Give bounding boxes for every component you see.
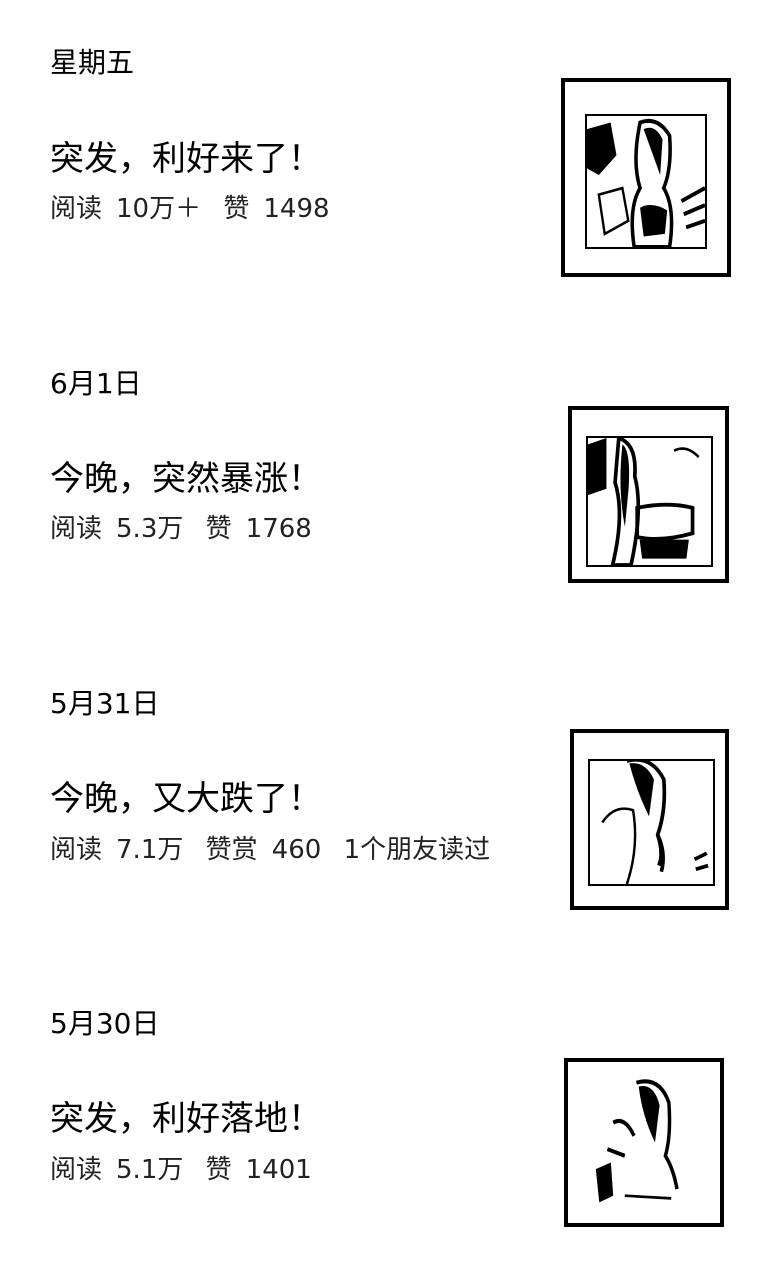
article-title[interactable]: 突发，利好落地！ bbox=[50, 1098, 322, 1140]
article-stats: 阅读 7.1万 赞赏 460 1个朋友读过 bbox=[50, 834, 504, 866]
article-thumbnail[interactable] bbox=[570, 729, 729, 910]
article-stats: 阅读 5.1万 赞 1401 bbox=[50, 1154, 326, 1186]
portrait-photo-icon bbox=[585, 114, 707, 249]
friends-read: 1个朋友读过 bbox=[343, 835, 491, 865]
article-date: 星期五 bbox=[50, 46, 135, 79]
like-label: 赞赏 bbox=[205, 835, 258, 865]
like-count: 460 bbox=[271, 835, 322, 865]
portrait-photo-icon bbox=[588, 759, 715, 886]
read-label: 阅读 bbox=[50, 194, 103, 224]
portrait-photo-icon bbox=[586, 436, 713, 567]
article-thumbnail[interactable] bbox=[568, 406, 729, 583]
article-stats: 阅读 10万＋ 赞 1498 bbox=[50, 193, 344, 225]
read-label: 阅读 bbox=[50, 835, 103, 865]
article-title[interactable]: 今晚，又大跌了！ bbox=[50, 778, 322, 820]
article-thumbnail[interactable] bbox=[561, 78, 731, 277]
read-count: 7.1万 bbox=[116, 835, 184, 865]
like-count: 1498 bbox=[263, 194, 330, 224]
read-count: 5.3万 bbox=[116, 514, 184, 544]
article-thumbnail[interactable] bbox=[564, 1058, 724, 1227]
article-date: 6月1日 bbox=[50, 367, 142, 400]
portrait-photo-icon bbox=[590, 1076, 706, 1209]
read-count: 10万＋ bbox=[116, 194, 202, 224]
like-count: 1401 bbox=[245, 1155, 312, 1185]
article-title[interactable]: 突发，利好来了！ bbox=[50, 138, 322, 180]
article-date: 5月30日 bbox=[50, 1007, 160, 1040]
article-stats: 阅读 5.3万 赞 1768 bbox=[50, 513, 326, 545]
article-date: 5月31日 bbox=[50, 687, 160, 720]
like-label: 赞 bbox=[223, 194, 250, 224]
read-count: 5.1万 bbox=[116, 1155, 184, 1185]
read-label: 阅读 bbox=[50, 514, 103, 544]
read-label: 阅读 bbox=[50, 1155, 103, 1185]
like-label: 赞 bbox=[205, 514, 232, 544]
like-label: 赞 bbox=[205, 1155, 232, 1185]
like-count: 1768 bbox=[245, 514, 312, 544]
article-title[interactable]: 今晚，突然暴涨！ bbox=[50, 458, 322, 500]
